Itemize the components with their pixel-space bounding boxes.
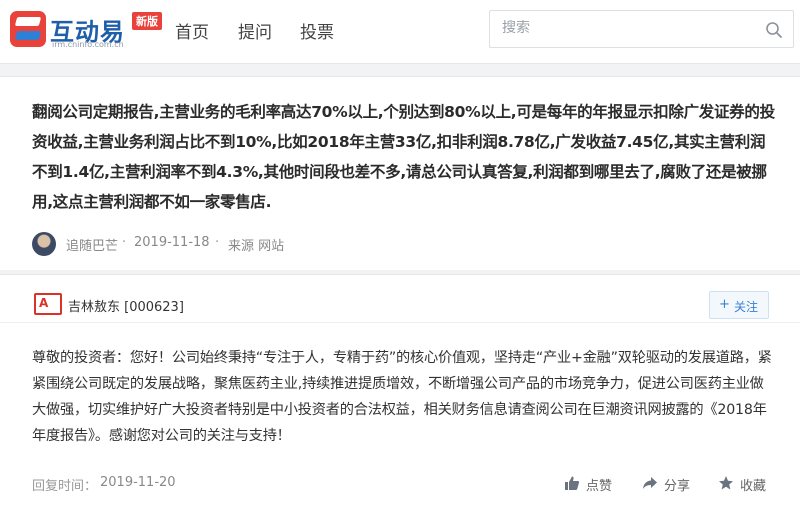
- share-icon: [643, 477, 657, 489]
- company-name[interactable]: 吉林敖东 [000623]: [68, 296, 184, 315]
- nav-ask[interactable]: 提问: [238, 18, 272, 43]
- star-icon: [719, 476, 733, 490]
- answer-header: A 吉林敖东 [000623] + 关注: [0, 275, 800, 323]
- asker-name[interactable]: 追随巴芒: [66, 235, 118, 254]
- question-text: 翻阅公司定期报告,主营业务的毛利率高达70%以上,个别达到80%以上,可是每年的…: [32, 103, 775, 211]
- thumbs-up-icon: [565, 476, 580, 490]
- logo-mark-icon: [10, 11, 46, 47]
- follow-label: 关注: [734, 300, 759, 314]
- asker-avatar[interactable]: [32, 232, 56, 256]
- answer-text: 尊敬的投资者：您好！公司始终秉持“专注于人，专精于药”的核心价值观，坚持走“产业…: [32, 350, 772, 444]
- favorite-label: 收藏: [740, 479, 767, 494]
- company-logo-icon[interactable]: A: [34, 293, 62, 315]
- new-version-badge: 新版: [132, 12, 162, 30]
- plus-icon: +: [719, 297, 730, 312]
- nav-home[interactable]: 首页: [175, 18, 209, 43]
- question-date: 2019-11-18: [134, 235, 210, 250]
- question-card: 翻阅公司定期报告,主营业务的毛利率高达70%以上,个别达到80%以上,可是每年的…: [0, 76, 800, 270]
- search-box: [489, 10, 794, 48]
- search-input[interactable]: [502, 20, 752, 36]
- like-label: 点赞: [586, 479, 613, 494]
- follow-button[interactable]: + 关注: [709, 291, 769, 319]
- reply-time-label: 回复时间：: [32, 479, 98, 494]
- logo-subtitle: irm.cninfo.com.cn: [52, 40, 124, 49]
- meta-separator: ·: [215, 235, 220, 250]
- site-logo[interactable]: 互动易 irm.cninfo.com.cn 新版: [10, 10, 168, 50]
- nav-vote[interactable]: 投票: [300, 18, 334, 43]
- answer-footer: 回复时间： 2019-11-20 点赞 分享 收藏: [32, 472, 780, 496]
- meta-separator: ·: [122, 235, 127, 250]
- top-header: 互动易 irm.cninfo.com.cn 新版 首页 提问 投票: [0, 0, 800, 64]
- share-label: 分享: [664, 479, 691, 494]
- reply-date: 2019-11-20: [100, 475, 176, 490]
- answer-card: A 吉林敖东 [000623] + 关注 尊敬的投资者：您好！公司始终秉持“专注…: [0, 274, 800, 513]
- search-icon[interactable]: [765, 21, 783, 39]
- question-source: 来源 网站: [228, 239, 285, 254]
